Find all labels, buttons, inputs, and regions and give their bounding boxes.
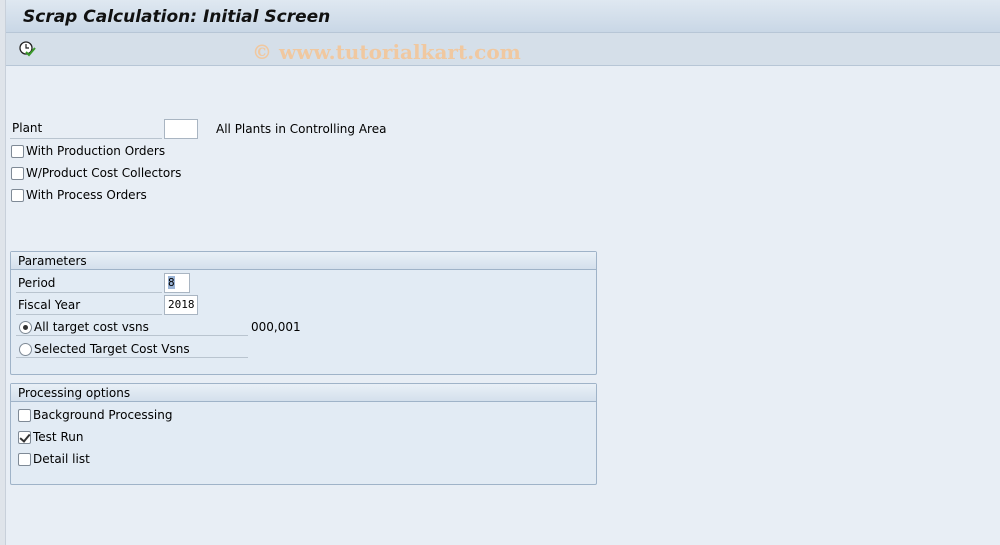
fiscal-year-input[interactable]: 2018 [164, 295, 198, 315]
all-target-cost-radio[interactable] [19, 321, 32, 334]
detail-list-label: Detail list [33, 452, 90, 466]
toolbar: © www.tutorialkart.com [6, 33, 1000, 66]
production-orders-label: With Production Orders [26, 144, 166, 158]
period-label: Period [16, 276, 162, 293]
page-title: Scrap Calculation: Initial Screen [23, 7, 331, 27]
processing-options-group: Processing options [10, 383, 597, 485]
plant-label: Plant [10, 121, 162, 139]
detail-list-checkbox[interactable] [18, 453, 31, 466]
test-run-checkbox[interactable] [18, 431, 31, 444]
process-orders-checkbox[interactable] [11, 189, 24, 202]
processing-options-title: Processing options [11, 384, 596, 402]
background-processing-label: Background Processing [33, 408, 173, 422]
left-edge [0, 0, 6, 545]
all-target-cost-label: All target cost vsns [34, 320, 149, 334]
period-value: 8 [168, 276, 175, 289]
selected-target-cost-label: Selected Target Cost Vsns [34, 342, 190, 356]
plant-hint: All Plants in Controlling Area [216, 122, 387, 136]
production-orders-checkbox[interactable] [11, 145, 24, 158]
period-input[interactable]: 8 [164, 273, 190, 293]
fiscal-year-label: Fiscal Year [16, 298, 162, 315]
selected-target-cost-radio[interactable] [19, 343, 32, 356]
watermark: © www.tutorialkart.com [252, 40, 521, 64]
all-target-cost-value: 000,001 [251, 320, 301, 334]
test-run-label: Test Run [33, 430, 84, 444]
product-cost-collectors-label: W/Product Cost Collectors [26, 166, 182, 180]
title-bar: Scrap Calculation: Initial Screen [6, 0, 1000, 33]
background-processing-checkbox[interactable] [18, 409, 31, 422]
parameters-title: Parameters [11, 252, 596, 270]
clock-check-icon[interactable] [18, 40, 36, 58]
product-cost-collectors-checkbox[interactable] [11, 167, 24, 180]
process-orders-label: With Process Orders [26, 188, 147, 202]
plant-input[interactable] [164, 119, 198, 139]
